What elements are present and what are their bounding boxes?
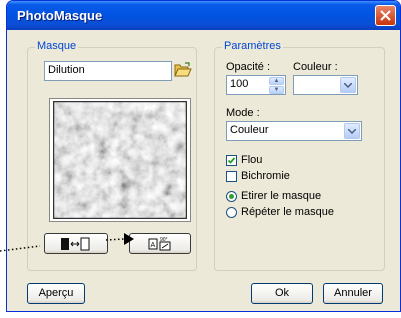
svg-text:A: A bbox=[151, 242, 156, 249]
checkmark-icon bbox=[227, 156, 236, 164]
etirer-label: Etirer le masque bbox=[241, 190, 322, 202]
open-folder-button[interactable] bbox=[174, 62, 192, 79]
repeter-radio-circle[interactable] bbox=[226, 206, 237, 218]
spin-up-icon[interactable]: ▲ bbox=[269, 77, 284, 85]
couleur-select[interactable] bbox=[293, 75, 358, 95]
rotate-icon: A 90° bbox=[148, 237, 171, 251]
mode-value: Couleur bbox=[230, 124, 269, 136]
folder-open-icon bbox=[174, 62, 192, 77]
title-bar[interactable]: PhotoMasque bbox=[7, 1, 400, 30]
parametres-legend: Paramètres bbox=[222, 40, 283, 52]
svg-text:90°: 90° bbox=[160, 237, 168, 243]
mask-file-value: Dilution bbox=[48, 64, 85, 76]
radio-selected-dot bbox=[229, 193, 234, 199]
annuler-button[interactable]: Annuler bbox=[323, 283, 383, 304]
etirer-radio-circle[interactable] bbox=[226, 190, 237, 202]
close-button[interactable] bbox=[375, 5, 396, 26]
mask-preview bbox=[49, 98, 191, 222]
apercu-button[interactable]: Aperçu bbox=[27, 283, 85, 304]
ok-button[interactable]: Ok bbox=[251, 283, 313, 304]
opacite-field[interactable]: 100 ▲ ▼ bbox=[226, 75, 286, 95]
etirer-radio[interactable]: Etirer le masque bbox=[226, 190, 321, 202]
bichromie-checkbox[interactable]: Bichromie bbox=[226, 170, 290, 182]
flip-button[interactable] bbox=[44, 233, 108, 254]
opacite-value: 100 bbox=[230, 78, 249, 90]
opacite-spinner[interactable]: ▲ ▼ bbox=[269, 77, 284, 95]
window-title: PhotoMasque bbox=[17, 8, 103, 23]
spin-down-icon[interactable]: ▼ bbox=[269, 86, 284, 94]
repeter-label: Répéter le masque bbox=[241, 206, 334, 218]
mode-dropdown-button[interactable] bbox=[344, 123, 360, 139]
opacite-label: Opacité : bbox=[226, 61, 271, 73]
mode-select[interactable]: Couleur bbox=[226, 121, 362, 141]
mask-preview-image bbox=[53, 101, 187, 219]
masque-legend: Masque bbox=[35, 40, 79, 52]
flou-checkbox[interactable]: Flou bbox=[226, 154, 262, 166]
chevron-down-icon bbox=[348, 129, 356, 134]
bichromie-label: Bichromie bbox=[241, 170, 290, 182]
flou-box[interactable] bbox=[226, 154, 237, 166]
couleur-label: Couleur : bbox=[293, 61, 338, 73]
mask-file-field[interactable]: Dilution bbox=[44, 61, 172, 81]
mode-label: Mode : bbox=[226, 107, 260, 119]
photomasque-dialog: PhotoMasque Masque Dilution A 90° Paramè… bbox=[6, 0, 401, 312]
repeter-radio[interactable]: Répéter le masque bbox=[226, 206, 334, 218]
close-icon bbox=[380, 10, 391, 21]
bichromie-box[interactable] bbox=[226, 170, 237, 182]
chevron-down-icon bbox=[344, 83, 352, 88]
rotate-button[interactable]: A 90° bbox=[129, 233, 191, 254]
flou-label: Flou bbox=[241, 154, 263, 166]
couleur-dropdown-button[interactable] bbox=[340, 77, 356, 93]
flip-icon bbox=[61, 237, 90, 251]
